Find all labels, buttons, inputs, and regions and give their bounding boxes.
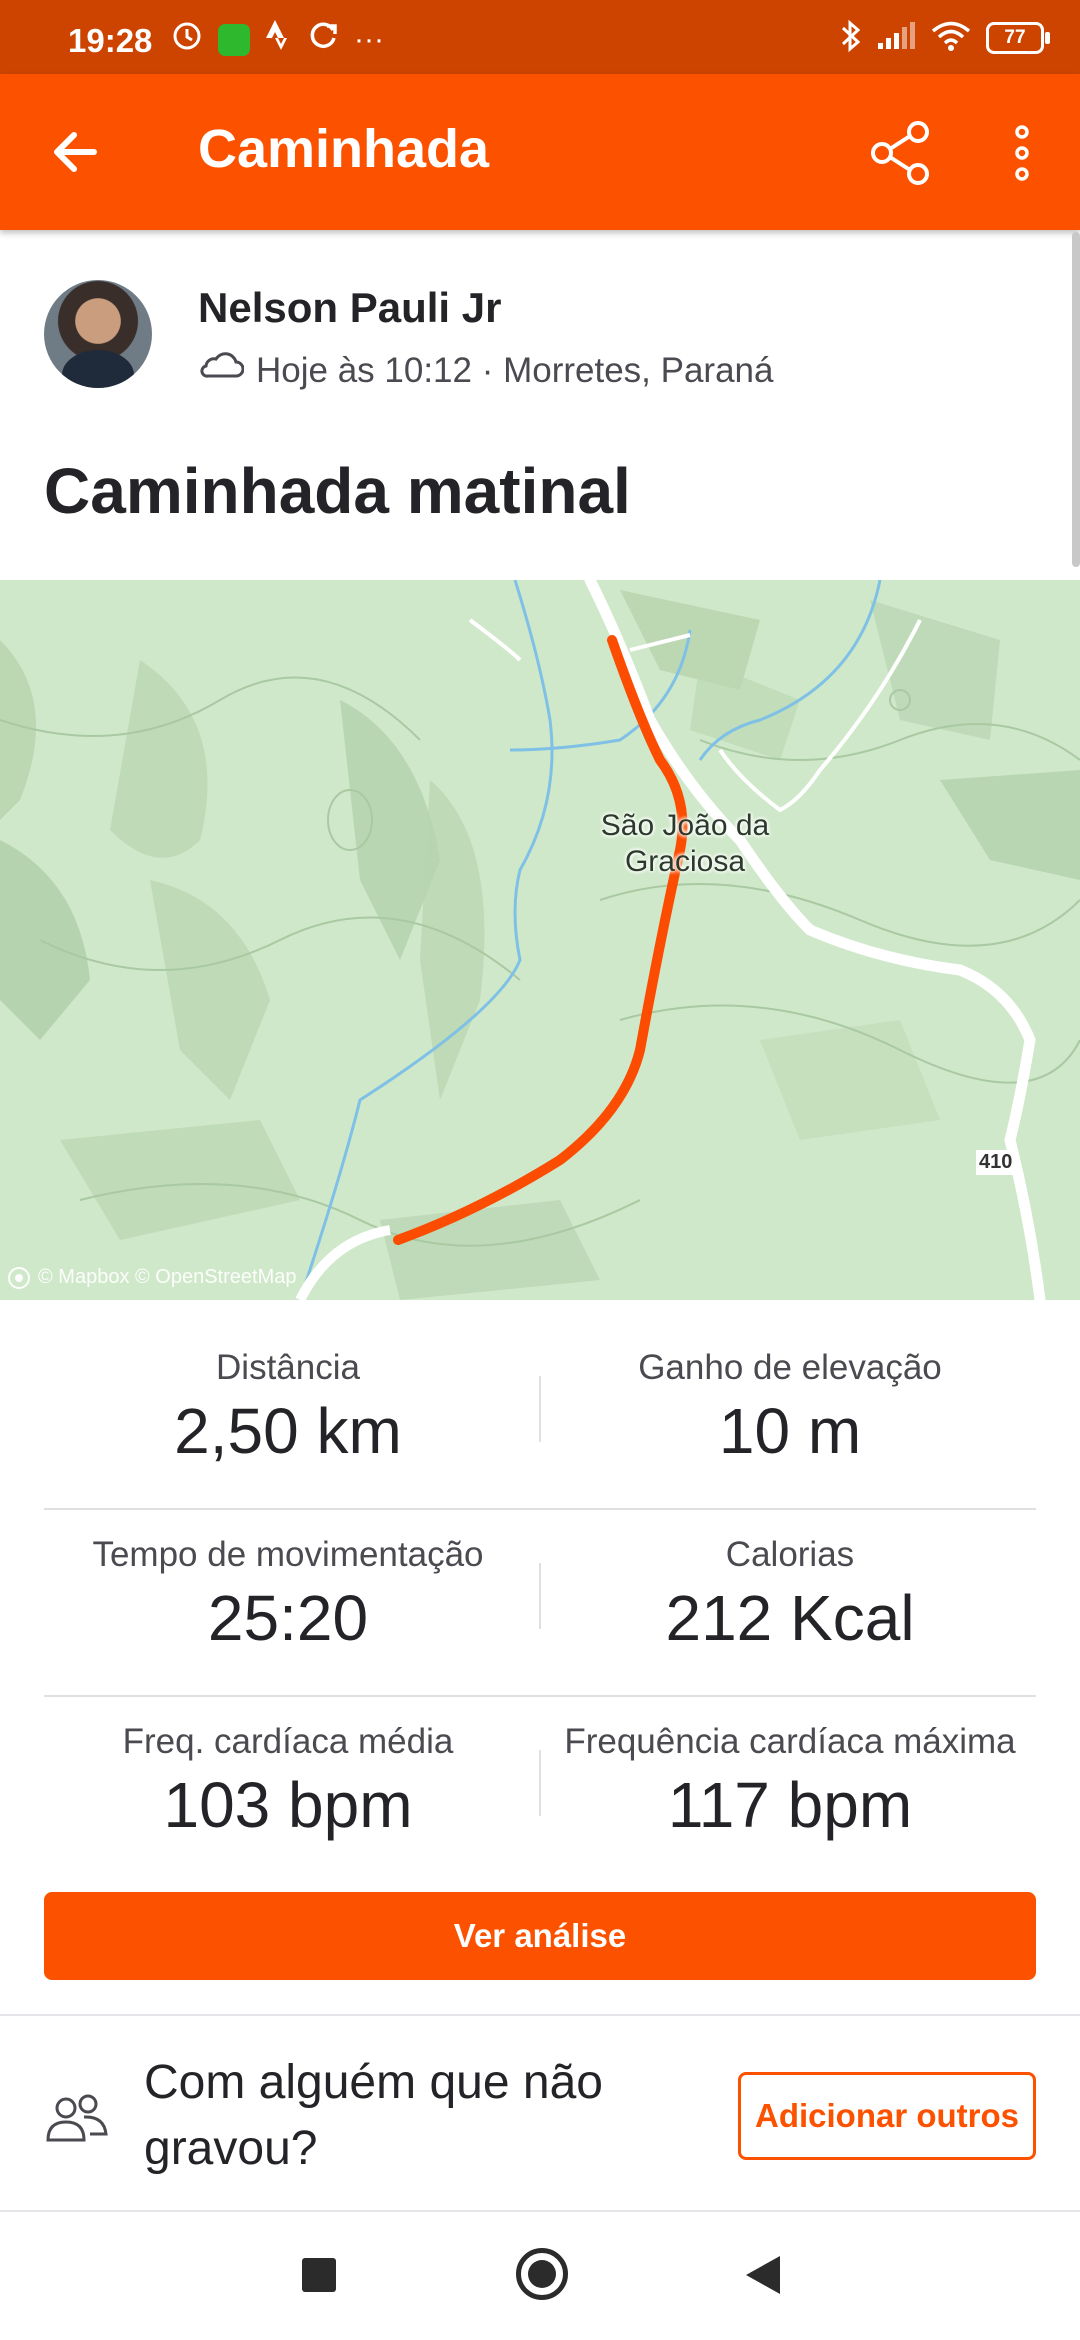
more-dots-icon: ··· [354, 23, 384, 56]
add-others-button[interactable]: Adicionar outros [738, 2072, 1036, 2160]
divider [44, 1695, 1036, 1697]
stat-label: Tempo de movimentação [92, 1535, 484, 1574]
more-vert-icon[interactable] [1000, 118, 1044, 188]
map-place-label: São João da Graciosa [590, 808, 780, 880]
stat-value: 103 bpm [163, 1769, 413, 1841]
stat-max-heart-rate: Frequência cardíaca máxima 117 bpm [540, 1722, 1040, 1842]
share-icon[interactable] [866, 118, 936, 188]
activity-date-location: Hoje às 10:12 · Morretes, Paraná [256, 350, 774, 390]
group-icon [44, 2090, 110, 2146]
stat-value: 117 bpm [667, 1769, 913, 1841]
section-divider [0, 2014, 1080, 2016]
stat-label: Distância [216, 1348, 360, 1387]
status-left-icons: ··· [170, 18, 384, 63]
avatar[interactable] [44, 280, 152, 388]
back-icon[interactable] [746, 2256, 780, 2294]
battery-icon: 77 [986, 22, 1050, 54]
status-bar: 19:28 ··· 77 [0, 0, 1080, 74]
activity-meta: Hoje às 10:12 · Morretes, Paraná [198, 350, 773, 391]
group-prompt-text: Com alguém que não gravou? [144, 2056, 603, 2175]
view-analysis-button[interactable]: Ver análise [44, 1892, 1036, 1980]
alarm-icon [170, 18, 204, 63]
stat-distance: Distância 2,50 km [38, 1348, 538, 1468]
map-place-label-line2: Graciosa [624, 845, 746, 878]
bluetooth-icon [840, 18, 862, 59]
stat-calories: Calorias 212 Kcal [540, 1535, 1040, 1655]
stat-elevation-gain: Ganho de elevação 10 m [540, 1348, 1040, 1468]
sync-icon [306, 18, 340, 63]
mapbox-logo-icon[interactable] [8, 1266, 30, 1289]
strava-icon [264, 18, 292, 63]
map-graphics [0, 580, 1080, 1300]
status-right-icons: 77 [840, 18, 1050, 59]
stat-label: Frequência cardíaca máxima [564, 1722, 1016, 1761]
map-attribution[interactable]: © Mapbox © OpenStreetMap [8, 1266, 297, 1289]
attribution-text[interactable]: © Mapbox © OpenStreetMap [38, 1266, 297, 1289]
stat-label: Calorias [725, 1535, 855, 1574]
status-time: 19:28 [68, 22, 153, 59]
stat-label: Ganho de elevação [638, 1348, 942, 1387]
back-arrow-icon[interactable] [46, 122, 106, 182]
system-nav-bar [0, 2214, 1080, 2340]
stat-value: 212 Kcal [665, 1582, 915, 1654]
scrollbar[interactable] [1072, 232, 1080, 567]
road-number-label: 410 [976, 1150, 1016, 1175]
wifi-icon [930, 20, 972, 57]
stat-avg-heart-rate: Freq. cardíaca média 103 bpm [38, 1722, 538, 1842]
map-place-label-line1: São João da [600, 809, 770, 842]
app-bar: Caminhada [0, 74, 1080, 230]
app-bar-title: Caminhada [198, 119, 490, 179]
home-icon[interactable] [516, 2248, 568, 2300]
activity-map[interactable] [0, 580, 1080, 1300]
cloud-icon [198, 350, 245, 391]
divider [44, 1508, 1036, 1510]
stat-value: 2,50 km [174, 1395, 402, 1467]
athlete-name[interactable]: Nelson Pauli Jr [198, 284, 501, 332]
recents-icon[interactable] [302, 2258, 336, 2292]
stat-label: Freq. cardíaca média [122, 1722, 454, 1761]
stat-moving-time: Tempo de movimentação 25:20 [38, 1535, 538, 1655]
stat-value: 25:20 [207, 1582, 369, 1654]
stat-value: 10 m [718, 1395, 862, 1467]
signal-icon [876, 21, 916, 56]
section-divider [0, 2210, 1080, 2212]
activity-title: Caminhada matinal [44, 455, 631, 527]
app-notification-icon [218, 24, 250, 56]
